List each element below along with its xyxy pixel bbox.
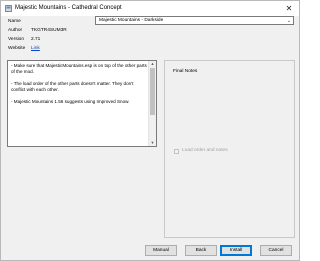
notes-scrollbar[interactable]: ▲ ▼ <box>148 61 156 146</box>
scrollbar-thumb[interactable] <box>150 68 155 115</box>
name-dropdown[interactable]: Majestic Mountains - Darkside ⌄ <box>95 16 294 25</box>
installer-icon <box>5 5 12 12</box>
note-line: - Majestic Mountains 1.56 suggests using… <box>11 99 130 104</box>
scroll-down-arrow-icon[interactable]: ▼ <box>149 140 156 146</box>
final-notes-title: Final Notes <box>173 69 198 74</box>
chevron-down-icon: ⌄ <box>286 18 291 24</box>
window-title: Majestic Mountains - Cathedral Concept <box>15 5 122 11</box>
cancel-button[interactable]: Cancel <box>260 245 292 256</box>
name-dropdown-value: Majestic Mountains - Darkside <box>99 18 164 23</box>
window-close-button[interactable]: ✕ <box>281 2 297 15</box>
author-label: Author <box>8 28 23 33</box>
version-label: Version <box>8 37 24 42</box>
install-button[interactable]: Install <box>220 245 252 256</box>
website-label: Website <box>8 46 26 51</box>
name-label: Name <box>8 19 21 24</box>
load-order-checkbox-label: Load order and notes <box>182 148 228 153</box>
manual-button[interactable]: Manual <box>145 245 177 256</box>
title-bar: Majestic Mountains - Cathedral Concept ✕ <box>1 1 299 16</box>
version-value: 2.71 <box>31 37 41 42</box>
scroll-up-arrow-icon[interactable]: ▲ <box>149 61 156 67</box>
website-link[interactable]: Link <box>31 45 40 52</box>
installer-window: Majestic Mountains - Cathedral Concept ✕… <box>0 0 300 261</box>
author-value: TKGTR4SUM3R <box>31 28 67 33</box>
note-line: - Make sure that MajesticMountains.esp i… <box>11 63 147 74</box>
final-notes-panel: Final Notes Load order and notes <box>164 60 295 238</box>
mod-notes-textbox[interactable]: - Make sure that MajesticMountains.esp i… <box>7 60 157 147</box>
load-order-checkbox[interactable] <box>174 149 179 154</box>
note-line: - The load order of the other parts does… <box>11 81 134 92</box>
back-button[interactable]: Back <box>185 245 217 256</box>
